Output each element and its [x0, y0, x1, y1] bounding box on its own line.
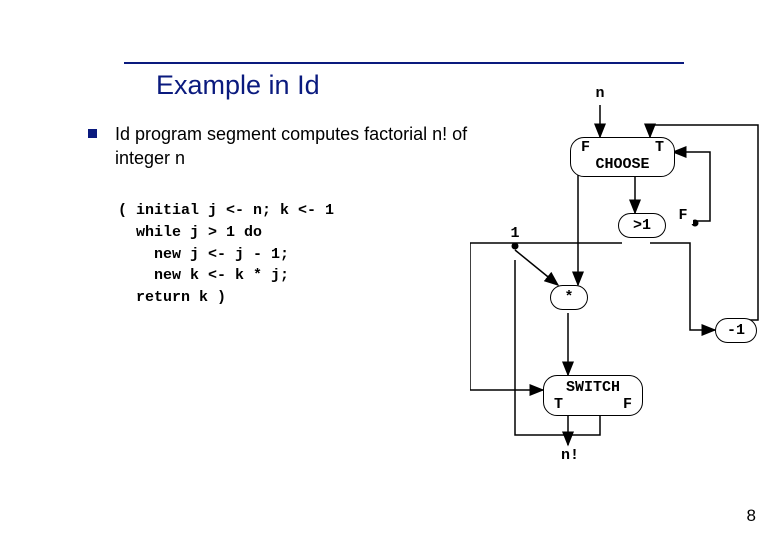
- bullet-square-icon: [88, 129, 97, 138]
- bullet-text: Id program segment computes factorial n!…: [115, 122, 505, 171]
- choose-box: F T CHOOSE: [570, 137, 675, 177]
- slide-number: 8: [747, 506, 756, 526]
- mult-box: *: [550, 285, 588, 310]
- code-block: ( initial j <- n; k <- 1 while j > 1 do …: [118, 200, 334, 309]
- switch-t: T: [554, 396, 563, 413]
- minus1-label: -1: [716, 319, 756, 342]
- switch-box: SWITCH T F: [543, 375, 643, 416]
- gt1-f: F: [673, 207, 693, 224]
- mult-label: *: [551, 286, 587, 309]
- minus1-box: -1: [715, 318, 757, 343]
- choose-t: T: [655, 139, 664, 156]
- title-underline: [124, 62, 684, 64]
- switch-label: SWITCH: [544, 376, 642, 396]
- choose-label: CHOOSE: [571, 156, 674, 176]
- choose-f: F: [581, 139, 590, 156]
- gt1-label: >1: [619, 214, 665, 237]
- gt1-box: >1: [618, 213, 666, 238]
- dataflow-diagram: n F T CHOOSE 1 >1 F * -1 SWITCH T F n!: [470, 85, 770, 505]
- bullet-item: Id program segment computes factorial n!…: [88, 122, 505, 171]
- slide: Example in Id Id program segment compute…: [0, 0, 780, 540]
- const-one: 1: [505, 225, 525, 242]
- slide-title: Example in Id: [156, 70, 320, 101]
- switch-f: F: [623, 396, 632, 413]
- node-n: n: [590, 85, 610, 102]
- node-nfact: n!: [555, 447, 585, 464]
